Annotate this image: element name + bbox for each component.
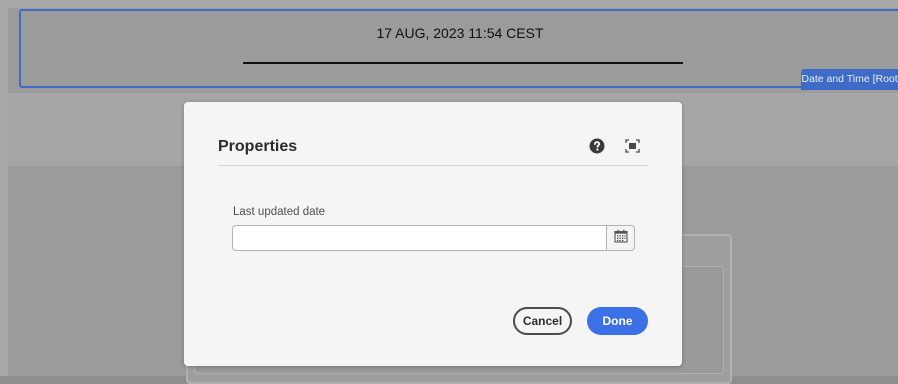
top-strip: [0, 0, 898, 8]
help-icon[interactable]: [589, 138, 605, 154]
component-badge[interactable]: Date and Time [Root]: [801, 69, 898, 90]
root-component-frame[interactable]: 17 AUG, 2023 11:54 CEST Date and Time [R…: [19, 9, 898, 90]
properties-dialog: Properties Last updated date Cancel Done: [184, 102, 682, 366]
done-button[interactable]: Done: [587, 307, 648, 335]
calendar-icon: [613, 229, 628, 248]
left-gutter: [0, 8, 8, 376]
dialog-divider: [218, 165, 648, 166]
root-date-text: 17 AUG, 2023 11:54 CEST: [376, 25, 544, 41]
dialog-title: Properties: [218, 138, 298, 155]
last-updated-date-label: Last updated date: [233, 206, 326, 218]
fullscreen-icon[interactable]: [625, 139, 640, 153]
calendar-button[interactable]: [606, 225, 635, 251]
last-updated-date-input[interactable]: [232, 225, 606, 251]
root-underline: [243, 62, 683, 64]
cancel-button[interactable]: Cancel: [513, 307, 572, 335]
